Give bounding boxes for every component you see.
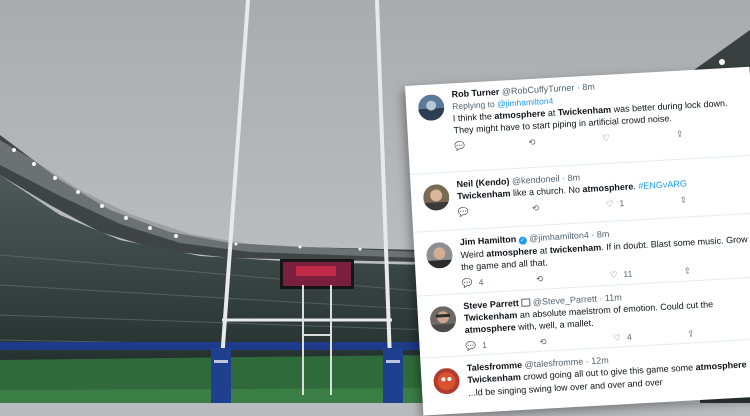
avatar[interactable] [422, 183, 450, 212]
like-count: 11 [623, 268, 633, 280]
avatar[interactable] [432, 367, 461, 395]
share-icon[interactable]: ⇪ [680, 194, 688, 205]
text-segment: I think the [452, 111, 495, 124]
reply-icon[interactable]: 💬 [454, 141, 465, 153]
retweet-icon[interactable]: ⟲ [536, 274, 544, 285]
reply-count: 1 [481, 339, 488, 351]
tweet-time[interactable]: 8m [597, 229, 610, 240]
text-segment: at [537, 245, 551, 256]
reply-icon[interactable]: 💬 [458, 207, 469, 219]
like-count: 4 [626, 331, 632, 342]
highlighted-term: Twickenham [467, 371, 522, 385]
text-segment: Weird [460, 248, 487, 261]
tweet-time[interactable]: 12m [591, 355, 609, 366]
like-icon[interactable]: ♡ [602, 133, 610, 144]
retweet-icon[interactable]: ⟲ [532, 203, 540, 214]
like-icon[interactable]: ♡ 4 [613, 332, 632, 343]
author-name[interactable]: Jim Hamilton [460, 234, 517, 247]
retweet-icon[interactable]: ⟲ [528, 137, 536, 148]
avatar[interactable] [417, 93, 445, 122]
tweet-thread-card: Rob Turner @RobCuffyTurner · 8m Replying… [405, 66, 750, 416]
tweet-time[interactable]: 8m [567, 172, 580, 183]
retweet-icon[interactable]: ⟲ [539, 337, 547, 348]
highlighted-term: Twickenham [557, 104, 612, 118]
verified-icon: ✓ [518, 236, 528, 245]
text-segment: with, well, a mallet. [515, 317, 594, 333]
author-name[interactable]: Rob Turner [451, 87, 499, 100]
highlighted-term: atmosphere [464, 322, 516, 336]
avatar[interactable] [429, 305, 457, 333]
tweet-time[interactable]: 11m [605, 292, 622, 303]
tweet-item[interactable]: Neil (Kendo) @kendoneil · 8m Twickenham … [410, 157, 750, 217]
highlighted-term: atmosphere [695, 359, 747, 373]
avatar[interactable] [425, 241, 454, 270]
author-handle: @jimhamilton4 [528, 229, 590, 244]
share-icon[interactable]: ⇪ [676, 129, 684, 140]
tweet-time[interactable]: 8m [582, 81, 595, 92]
share-icon[interactable]: ⇪ [687, 328, 695, 339]
reply-icon[interactable]: 💬 4 [462, 277, 484, 290]
highlighted-term: atmosphere [582, 181, 634, 195]
like-icon[interactable]: ♡ 1 [606, 198, 625, 210]
highlighted-term: Twickenham [456, 188, 511, 202]
text-segment: like a church. No [510, 184, 583, 199]
like-icon[interactable]: ♡ 11 [610, 269, 633, 280]
highlighted-term: twickenham [549, 242, 602, 256]
highlighted-term: atmosphere [494, 108, 546, 122]
like-count: 1 [619, 197, 625, 209]
reply-icon[interactable]: 💬 1 [465, 340, 487, 352]
highlighted-term: atmosphere [486, 245, 538, 259]
share-icon[interactable]: ⇪ [683, 265, 691, 276]
reply-count: 4 [478, 276, 484, 288]
highlighted-term: Twickenham [463, 310, 518, 324]
tweet-item[interactable]: Rob Turner @RobCuffyTurner · 8m Replying… [405, 67, 749, 151]
lock-icon [521, 298, 531, 307]
text-segment: at [545, 107, 559, 119]
hashtag-link[interactable]: #ENGvARG [638, 178, 687, 191]
